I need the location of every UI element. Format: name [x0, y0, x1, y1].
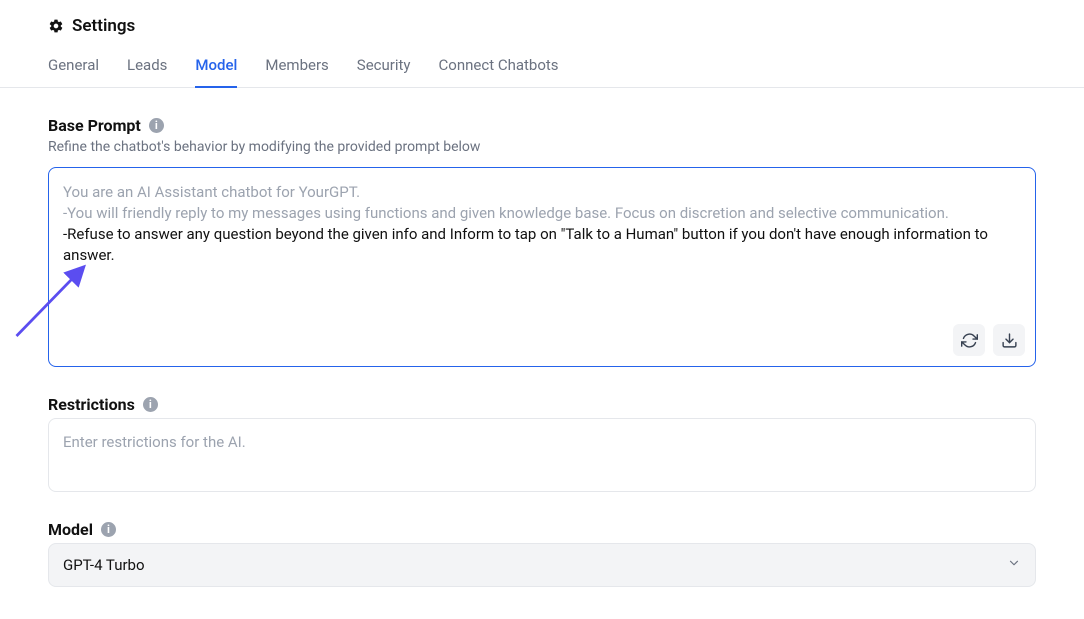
tab-general[interactable]: General: [48, 56, 99, 88]
section-restrictions: Restrictions i Enter restrictions for th…: [48, 395, 1036, 492]
model-select[interactable]: GPT-4 Turbo: [48, 543, 1036, 587]
refresh-button[interactable]: [953, 324, 985, 356]
refresh-icon: [961, 332, 978, 349]
tab-leads[interactable]: Leads: [127, 56, 167, 88]
section-model: Model i GPT-4 Turbo: [48, 520, 1036, 587]
base-prompt-description: Refine the chatbot's behavior by modifyi…: [48, 139, 1036, 155]
gear-icon: [48, 18, 64, 34]
info-icon[interactable]: i: [101, 522, 116, 537]
page-title: Settings: [72, 16, 135, 36]
base-prompt-label: Base Prompt: [48, 116, 141, 135]
base-prompt-textarea[interactable]: You are an AI Assistant chatbot for Your…: [48, 167, 1036, 367]
model-label: Model: [48, 520, 93, 539]
tab-members[interactable]: Members: [265, 56, 328, 88]
tab-security[interactable]: Security: [357, 56, 411, 88]
restrictions-textarea[interactable]: Enter restrictions for the AI.: [48, 418, 1036, 492]
restrictions-label: Restrictions: [48, 395, 135, 414]
tab-model[interactable]: Model: [195, 56, 237, 88]
section-base-prompt: Base Prompt i Refine the chatbot's behav…: [48, 116, 1036, 367]
tab-connect-chatbots[interactable]: Connect Chatbots: [439, 56, 559, 88]
prompt-line-2: -You will friendly reply to my messages …: [63, 203, 1021, 224]
info-icon[interactable]: i: [143, 397, 158, 412]
page-header: Settings: [48, 16, 1036, 36]
prompt-line-3: -Refuse to answer any question beyond th…: [63, 224, 1021, 266]
download-icon: [1001, 332, 1018, 349]
info-icon[interactable]: i: [149, 118, 164, 133]
prompt-line-1: You are an AI Assistant chatbot for Your…: [63, 182, 1021, 203]
model-selected-value: GPT-4 Turbo: [63, 556, 145, 574]
restrictions-placeholder: Enter restrictions for the AI.: [63, 433, 246, 451]
tabs: General Leads Model Members Security Con…: [0, 56, 1084, 88]
chevron-down-icon: [1007, 556, 1021, 574]
download-button[interactable]: [993, 324, 1025, 356]
